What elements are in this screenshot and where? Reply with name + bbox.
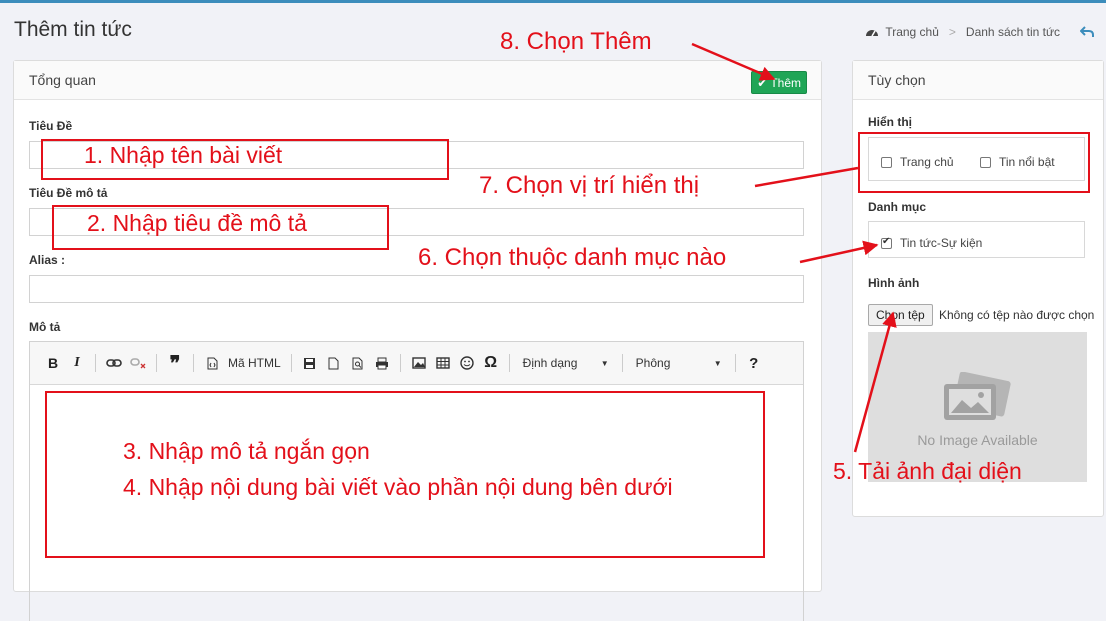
back-icon[interactable] <box>1080 26 1094 38</box>
no-image-icon <box>944 372 1011 420</box>
check-icon: ✔ <box>757 75 768 90</box>
file-status-text: Không có tệp nào được chọn <box>939 308 1095 322</box>
no-image-caption: No Image Available <box>917 432 1038 448</box>
source-html-button[interactable]: Mã HTML <box>225 356 284 370</box>
image-label: Hình ảnh <box>868 276 920 290</box>
annotation-step-3: 3. Nhập mô tả ngắn gọn <box>123 438 370 464</box>
breadcrumb-separator: > <box>948 25 956 39</box>
add-button-label: Thêm <box>770 75 801 90</box>
options-panel-title: Tùy chọn <box>868 72 926 88</box>
options-panel-header: Tùy chọn <box>853 61 1103 100</box>
new-page-icon[interactable] <box>323 351 345 375</box>
desc-title-label: Tiêu Đề mô tả <box>29 186 108 200</box>
overview-panel-header: Tổng quan ✔ Thêm <box>14 61 821 100</box>
category-options-box: Tin tức-Sự kiện <box>868 221 1085 258</box>
toolbar-separator <box>621 354 623 372</box>
toolbar-separator <box>290 354 292 372</box>
top-bar <box>0 0 1106 3</box>
annotation-step-7: 7. Chọn vị trí hiển thị <box>479 172 700 199</box>
toolbar-separator <box>399 354 401 372</box>
italic-button[interactable]: I <box>66 351 88 375</box>
breadcrumb: Trang chủ > Danh sách tin tức <box>865 25 1094 39</box>
alias-label: Alias : <box>29 253 66 267</box>
page-title: Thêm tin tức <box>14 18 132 41</box>
display-label: Hiển thị <box>868 115 912 129</box>
category-checkbox[interactable] <box>881 236 892 249</box>
breadcrumb-home-link[interactable]: Trang chủ <box>885 25 939 39</box>
source-code-icon <box>201 351 223 375</box>
title-label: Tiêu Đề <box>29 119 73 133</box>
font-dropdown[interactable]: Phông ▼ <box>630 356 728 370</box>
annotation-box-display <box>858 132 1090 193</box>
format-dropdown-label: Định dạng <box>522 356 578 370</box>
choose-file-button[interactable]: Chọn tệp <box>868 304 933 326</box>
image-icon[interactable] <box>408 351 430 375</box>
toolbar-separator <box>508 354 510 372</box>
preview-icon[interactable] <box>347 351 369 375</box>
font-dropdown-label: Phông <box>635 356 671 370</box>
options-panel: Tùy chọn Hiển thị Trang chủ Tin nổi bật … <box>852 60 1104 517</box>
category-label: Danh mục <box>868 200 927 214</box>
annotation-step-5: 5. Tải ảnh đại diện <box>833 458 1022 484</box>
caret-down-icon: ▼ <box>600 358 609 368</box>
toolbar-separator <box>734 354 736 372</box>
annotation-step-1: 1. Nhập tên bài viết <box>84 142 283 168</box>
annotation-step-8: 8. Chọn Thêm <box>500 28 652 55</box>
add-button[interactable]: ✔ Thêm <box>751 71 807 94</box>
print-icon[interactable] <box>371 351 393 375</box>
overview-panel-title: Tổng quan <box>29 72 96 88</box>
help-button[interactable]: ? <box>743 351 765 375</box>
category-option-label: Tin tức-Sự kiện <box>900 236 983 250</box>
save-icon[interactable] <box>299 351 321 375</box>
desc-label: Mô tả <box>29 320 61 334</box>
annotation-step-6: 6. Chọn thuộc danh mục nào <box>418 244 727 271</box>
editor-toolbar: B I ❞ Mã HTML Ω Định dạng ▼ Phông ▼ ? <box>30 342 803 385</box>
bold-button[interactable]: B <box>42 351 64 375</box>
caret-down-icon: ▼ <box>713 358 722 368</box>
breadcrumb-current[interactable]: Danh sách tin tức <box>966 25 1060 39</box>
toolbar-separator <box>95 354 96 372</box>
table-icon[interactable] <box>432 351 454 375</box>
smiley-icon[interactable] <box>456 351 478 375</box>
category-option[interactable]: Tin tức-Sự kiện <box>881 236 982 250</box>
alias-input[interactable] <box>29 275 804 303</box>
annotation-step-4: 4. Nhập nội dung bài viết vào phần nội d… <box>123 474 673 500</box>
blockquote-button[interactable]: ❞ <box>164 351 186 375</box>
special-char-icon[interactable]: Ω <box>480 351 502 375</box>
annotation-step-2: 2. Nhập tiêu đề mô tả <box>87 210 307 236</box>
format-dropdown[interactable]: Định dạng ▼ <box>517 356 615 370</box>
link-icon[interactable] <box>103 351 125 375</box>
toolbar-separator <box>193 354 194 372</box>
dashboard-icon <box>866 30 879 37</box>
unlink-icon[interactable] <box>127 351 149 375</box>
toolbar-separator <box>156 354 157 372</box>
